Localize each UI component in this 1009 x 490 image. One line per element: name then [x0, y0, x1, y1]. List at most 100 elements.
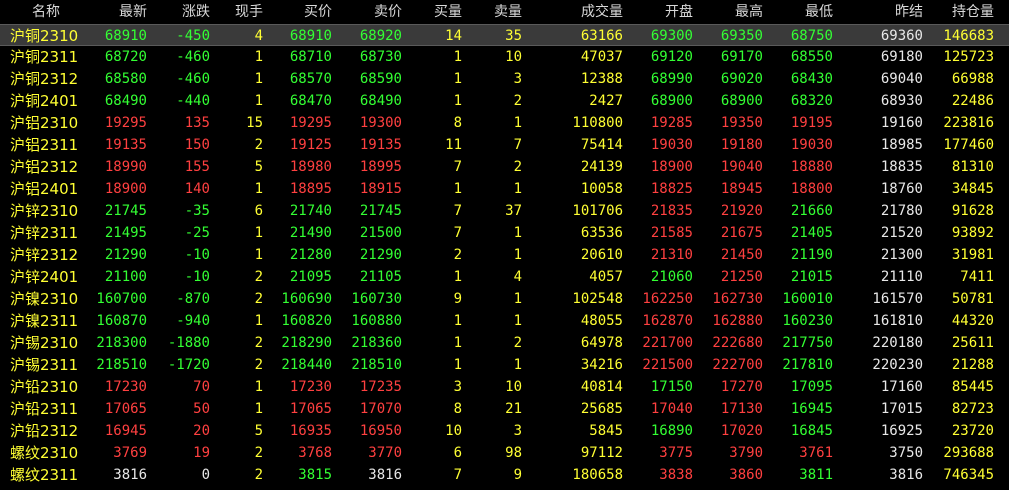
quote-row[interactable]: 沪铅2310 17230 70 1 17230 17235 3 10 40814 17150 172…	[0, 376, 1009, 398]
quote-row[interactable]: 沪锡2311 218510 -1720 2 218440 218510 1 1 34216 221…	[0, 354, 1009, 376]
cell-low: 160230	[782, 313, 833, 329]
header-col-open[interactable]: 开盘	[628, 1, 693, 23]
cell-ask-volume: 1	[513, 115, 522, 131]
quote-row[interactable]: 沪锌2312 21290 -10 1 21280 21290 2 1 20610 21310 214…	[0, 244, 1009, 266]
cell-volume: 63166	[580, 28, 623, 44]
cell-low: 68430	[790, 71, 833, 87]
cell-bid: 18895	[289, 181, 332, 197]
quote-row[interactable]: 沪铝2312 18990 155 5 18980 18995 7 2 24139 18900 190…	[0, 156, 1009, 178]
quote-row-selected[interactable]: 沪铜2310 68910 -450 4 68910 68920 14 35 63166 69300…	[0, 24, 1009, 46]
cell-bid-volume: 1	[453, 357, 462, 373]
cell-last: 68580	[104, 71, 147, 87]
cell-bid: 21280	[289, 247, 332, 263]
cell-name: 沪铝2310	[10, 114, 79, 132]
cell-last: 68910	[104, 28, 147, 44]
header-col-last[interactable]: 最新	[90, 1, 147, 23]
header-col-current-hand[interactable]: 现手	[215, 1, 263, 23]
cell-current-hand: 15	[246, 115, 263, 131]
quote-row[interactable]: 沪锌2310 21745 -35 6 21740 21745 7 37 101706 21835 2…	[0, 200, 1009, 222]
cell-prev-settle: 69360	[880, 28, 923, 44]
cell-bid-volume: 1	[453, 335, 462, 351]
cell-bid-volume: 7	[453, 203, 462, 219]
cell-change: -440	[176, 93, 210, 109]
cell-prev-settle: 21110	[880, 269, 923, 285]
quote-row[interactable]: 沪锌2401 21100 -10 2 21095 21105 1 4 4057 21060 2125…	[0, 266, 1009, 288]
cell-current-hand: 2	[254, 467, 263, 483]
quote-row[interactable]: 沪铜2311 68720 -460 1 68710 68730 1 10 47037 69120 6…	[0, 46, 1009, 68]
header-col-open-interest[interactable]: 持仓量	[928, 1, 994, 23]
cell-current-hand: 1	[254, 181, 263, 197]
quote-row[interactable]: 沪铅2311 17065 50 1 17065 17070 8 21 25685 17040 171…	[0, 398, 1009, 420]
cell-name: 沪镍2311	[10, 312, 79, 330]
cell-open: 18900	[650, 159, 693, 175]
quote-row[interactable]: 沪铜2401 68490 -440 1 68470 68490 1 2 2427 68900 689…	[0, 90, 1009, 112]
cell-low: 21015	[790, 269, 833, 285]
cell-last: 18900	[104, 181, 147, 197]
cell-current-hand: 1	[254, 71, 263, 87]
header-col-volume[interactable]: 成交量	[527, 1, 623, 23]
quote-row[interactable]: 沪铝2310 19295 135 15 19295 19300 8 1 110800 19285 1…	[0, 112, 1009, 134]
cell-ask: 68590	[359, 71, 402, 87]
quote-row[interactable]: 螺纹2310 3769 19 2 3768 3770 6 98 97112 3775 3790 376…	[0, 442, 1009, 464]
header-col-name[interactable]: 名称	[10, 1, 82, 23]
cell-low: 21405	[790, 225, 833, 241]
cell-change: 155	[184, 159, 210, 175]
cell-bid-volume: 1	[453, 313, 462, 329]
cell-prev-settle: 17015	[880, 401, 923, 417]
cell-current-hand: 2	[254, 291, 263, 307]
cell-open-interest: 66988	[951, 71, 994, 87]
header-col-low[interactable]: 最低	[768, 1, 833, 23]
cell-last: 16945	[104, 423, 147, 439]
quote-row[interactable]: 沪铝2311 19135 150 2 19125 19135 11 7 75414 19030 19…	[0, 134, 1009, 156]
cell-last: 160700	[96, 291, 147, 307]
cell-change: -10	[184, 269, 210, 285]
cell-open: 3775	[659, 445, 693, 461]
cell-prev-settle: 161810	[872, 313, 923, 329]
cell-volume: 2427	[589, 93, 623, 109]
cell-prev-settle: 21780	[880, 203, 923, 219]
header-col-bid[interactable]: 买价	[268, 1, 332, 23]
header-col-bid-volume[interactable]: 买量	[407, 1, 462, 23]
header-col-ask[interactable]: 卖价	[337, 1, 402, 23]
cell-volume: 75414	[580, 137, 623, 153]
header-col-ask-volume[interactable]: 卖量	[467, 1, 522, 23]
quote-row[interactable]: 沪铝2401 18900 140 1 18895 18915 1 1 10058 18825 189…	[0, 178, 1009, 200]
cell-change: -25	[184, 225, 210, 241]
cell-high: 17020	[720, 423, 763, 439]
quote-row[interactable]: 沪锌2311 21495 -25 1 21490 21500 7 1 63536 21585 216…	[0, 222, 1009, 244]
cell-change: -1720	[167, 357, 210, 373]
cell-bid-volume: 2	[453, 247, 462, 263]
quote-row[interactable]: 沪镍2311 160870 -940 1 160820 160880 1 1 48055 1628…	[0, 310, 1009, 332]
cell-high: 21450	[720, 247, 763, 263]
cell-ask: 18995	[359, 159, 402, 175]
cell-low: 160010	[782, 291, 833, 307]
header-col-high[interactable]: 最高	[698, 1, 763, 23]
cell-change: 19	[193, 445, 210, 461]
cell-low: 217750	[782, 335, 833, 351]
quote-row[interactable]: 沪镍2310 160700 -870 2 160690 160730 9 1 102548 162…	[0, 288, 1009, 310]
cell-bid: 3768	[298, 445, 332, 461]
cell-bid-volume: 1	[453, 181, 462, 197]
header-col-prev-settle[interactable]: 昨结	[838, 1, 923, 23]
header-col-change[interactable]: 涨跌	[152, 1, 210, 23]
quote-row[interactable]: 螺纹2311 3816 0 2 3815 3816 7 9 180658 3838 3860 3811…	[0, 464, 1009, 486]
cell-change: -1880	[167, 335, 210, 351]
cell-name: 沪锌2312	[10, 246, 79, 264]
cell-last: 17230	[104, 379, 147, 395]
cell-prev-settle: 68930	[880, 93, 923, 109]
cell-bid: 21095	[289, 269, 332, 285]
cell-last: 17065	[104, 401, 147, 417]
quote-row[interactable]: 沪锡2310 218300 -1880 2 218290 218360 1 2 64978 221…	[0, 332, 1009, 354]
cell-current-hand: 1	[254, 49, 263, 65]
cell-ask: 21745	[359, 203, 402, 219]
quote-row[interactable]: 沪铅2312 16945 20 5 16935 16950 10 3 5845 16890 1702…	[0, 420, 1009, 442]
cell-prev-settle: 3750	[889, 445, 923, 461]
cell-open-interest: 21288	[951, 357, 994, 373]
cell-change: 50	[193, 401, 210, 417]
cell-low: 3811	[799, 467, 833, 483]
cell-prev-settle: 17160	[880, 379, 923, 395]
cell-bid: 18980	[289, 159, 332, 175]
cell-low: 19195	[790, 115, 833, 131]
cell-low: 21660	[790, 203, 833, 219]
quote-row[interactable]: 沪铜2312 68580 -460 1 68570 68590 1 3 12388 68990 69…	[0, 68, 1009, 90]
